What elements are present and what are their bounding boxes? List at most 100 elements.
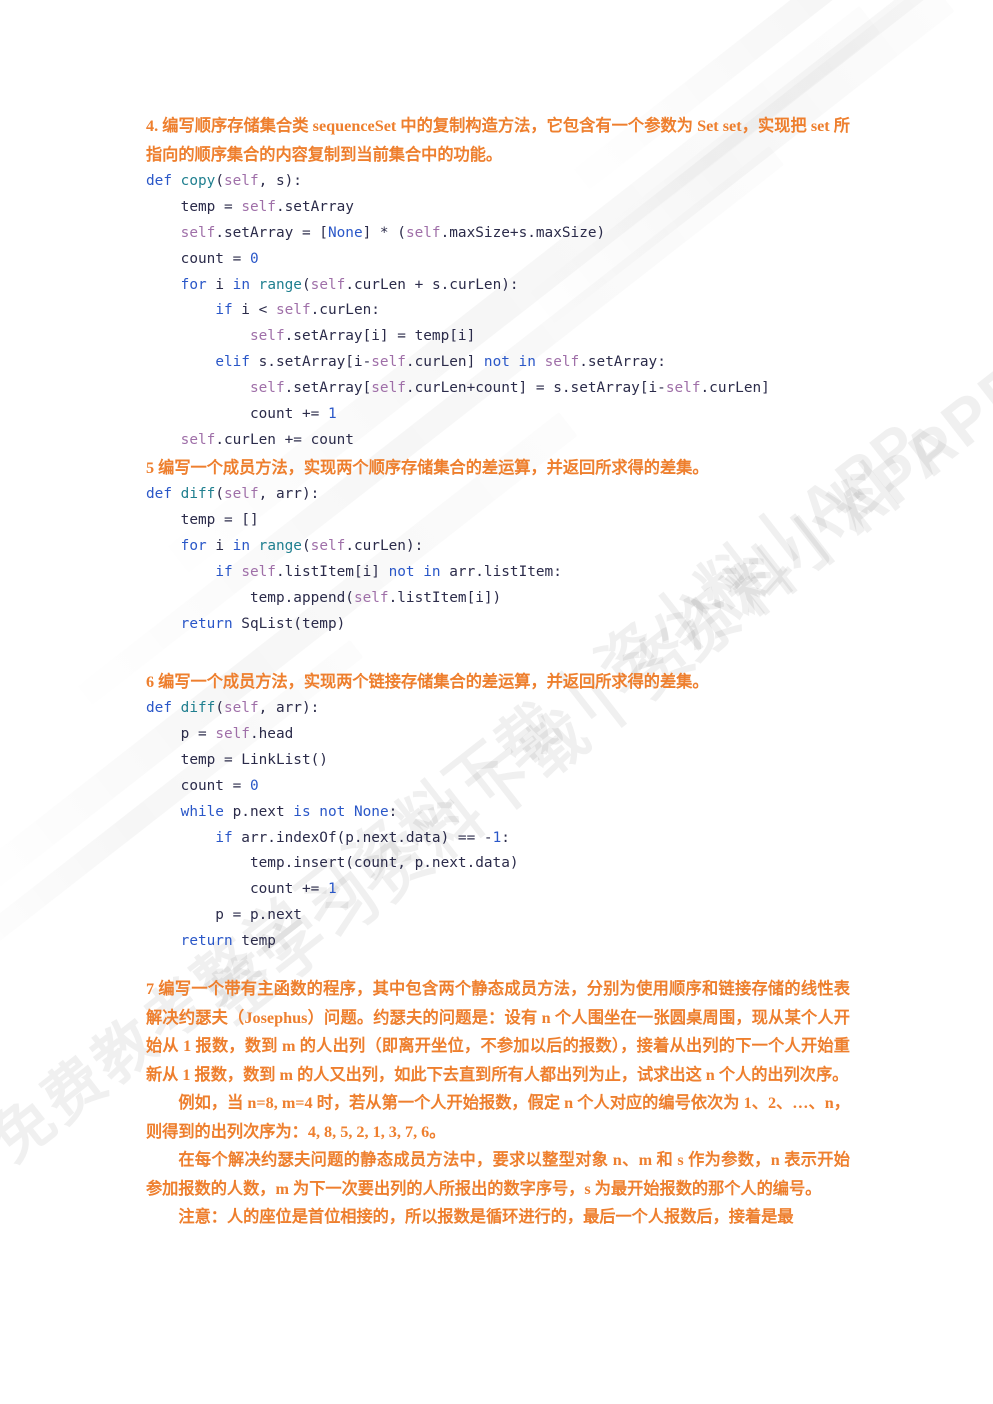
code-token: , arr): [258, 486, 320, 503]
code-token: SqList(temp) [232, 615, 346, 632]
code-token: .setArray = [ [215, 224, 328, 241]
code-token: .curLen): [345, 538, 424, 555]
code-line: def diff(self, arr): [146, 482, 850, 508]
code-block-5: def diff(self, arr): temp = [] for i in … [146, 482, 850, 637]
code-token: 1 [492, 829, 502, 846]
code-token: while [180, 803, 224, 820]
code-token: def [146, 486, 181, 503]
code-token: self [249, 380, 285, 397]
code-line: temp = self.setArray [146, 195, 850, 221]
code-token: self [371, 354, 406, 371]
code-token: ] * ( [362, 224, 406, 241]
code-token: def [146, 700, 181, 717]
code-token: self [241, 198, 276, 215]
code-token: temp = [146, 198, 242, 215]
code-token: i [206, 538, 233, 555]
code-token: i < [232, 302, 276, 319]
code-line: self.curLen += count [146, 428, 850, 454]
code-line: def copy(self, s): [146, 169, 850, 195]
code-token: for [180, 538, 207, 555]
code-token: p = p.next [146, 907, 302, 924]
code-token: self [223, 700, 259, 717]
code-token: ( [301, 276, 311, 293]
code-token: .setArray: [579, 354, 666, 371]
code-token: .setArray [275, 198, 354, 215]
code-line: p = self.head [146, 722, 850, 748]
code-token: count = [146, 777, 250, 794]
code-token: if [215, 829, 233, 846]
code-token: not in [388, 563, 441, 580]
code-token: self [223, 173, 259, 189]
code-token: if [215, 563, 233, 580]
code-token: def [146, 173, 181, 189]
code-line: count += 1 [146, 402, 850, 428]
code-token: , s): [258, 173, 302, 189]
code-token: if [215, 302, 233, 319]
question-paragraph-7-3: 在每个解决约瑟夫问题的静态成员方法中，要求以整型对象 n、m 和 s 作为参数，… [146, 1151, 850, 1198]
code-line: if self.listItem[i] not in arr.listItem: [146, 560, 850, 586]
code-token: temp [232, 933, 276, 950]
code-token: 1 [327, 881, 337, 898]
code-token: temp.insert(count, p.next.data) [146, 855, 519, 872]
code-token: .curLen+count] = s.setArray[i- [405, 380, 666, 397]
code-token: : [388, 803, 398, 820]
code-token: .setArray[i] = temp[i] [284, 328, 476, 345]
code-token: p = [146, 726, 216, 743]
code-token: .setArray[ [284, 380, 372, 397]
code-token: temp = LinkList() [146, 751, 328, 768]
code-line: for i in range(self.curLen): [146, 534, 850, 560]
code-token: return [180, 615, 233, 632]
code-token: self [180, 431, 216, 448]
code-token: is not [293, 803, 346, 820]
code-token: 1 [327, 406, 337, 423]
code-token: .listItem[i] [275, 563, 389, 580]
code-token: 0 [249, 777, 259, 794]
code-token: range [258, 538, 302, 555]
code-token: ( [301, 538, 311, 555]
code-line: while p.next is not None: [146, 800, 850, 826]
code-token: in [232, 276, 250, 293]
code-token: arr.indexOf(p.next.data) == - [232, 829, 493, 846]
code-line: temp.insert(count, p.next.data) [146, 851, 850, 877]
code-line: p = p.next [146, 903, 850, 929]
code-line: def diff(self, arr): [146, 696, 850, 722]
code-token: not in [483, 354, 536, 371]
question-paragraph-7-1: 7 编写一个带有主函数的程序，其中包含两个静态成员方法，分别为使用顺序和链接存储… [146, 980, 850, 1084]
code-block-6: def diff(self, arr): p = self.head temp … [146, 696, 850, 955]
code-token: , arr): [258, 700, 320, 717]
code-token: .curLen] [700, 380, 770, 397]
code-token: self [275, 302, 311, 319]
code-token: count = [146, 250, 250, 267]
code-token: s.setArray[i- [249, 354, 372, 371]
code-token: count += [146, 881, 328, 898]
code-line: self.setArray = [None] * (self.maxSize+s… [146, 221, 850, 247]
code-token: None [353, 803, 389, 820]
code-token: self [310, 276, 346, 293]
code-token: .curLen + s.curLen): [345, 276, 519, 293]
code-token: .listItem[i]) [388, 589, 502, 606]
code-token: .curLen += count [215, 431, 354, 448]
code-token: 0 [249, 250, 259, 267]
code-token: ( [215, 486, 224, 503]
code-token: : [501, 829, 510, 846]
code-token: elif [215, 354, 250, 371]
code-token: copy [180, 173, 216, 189]
code-line: for i in range(self.curLen + s.curLen): [146, 273, 850, 299]
code-token: p.next [223, 803, 294, 820]
